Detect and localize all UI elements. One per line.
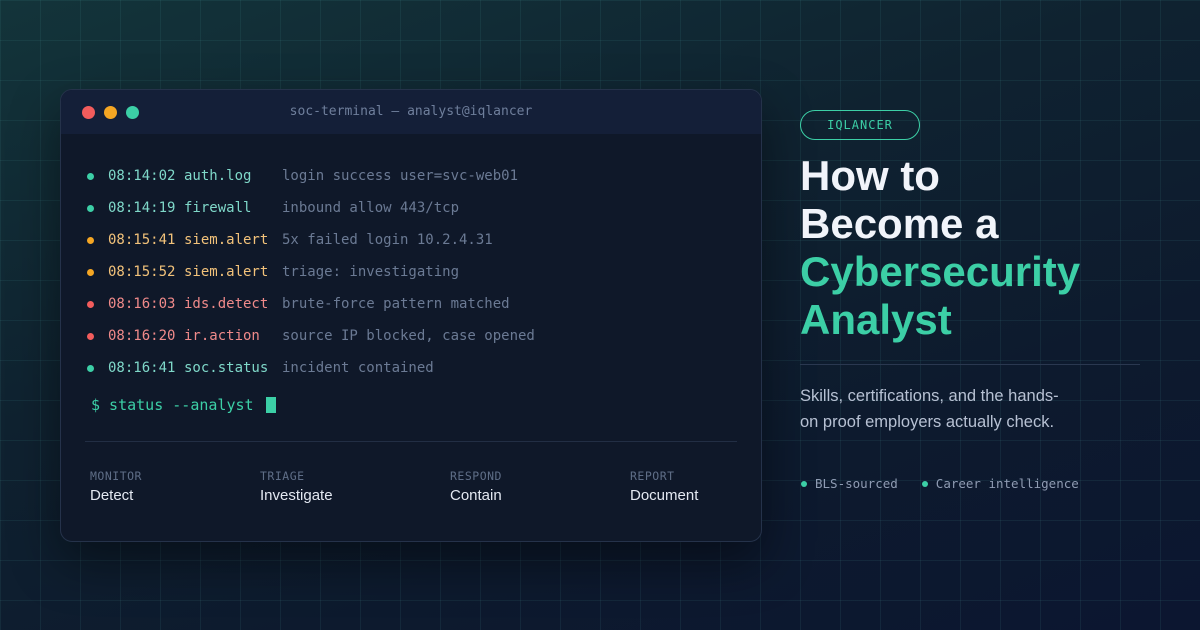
stage-value: Contain [450, 487, 502, 504]
title-divider [800, 364, 1140, 365]
terminal-title: soc-terminal — analyst@iqlancer [289, 104, 533, 119]
log-message: 5x failed login 10.2.4.31 [282, 232, 493, 248]
terminal-window: soc-terminal — analyst@iqlancer 08:14:02… [60, 89, 762, 542]
log-source: auth.log [184, 168, 252, 184]
log-source: ir.action [184, 328, 260, 344]
log-time: 08:15:41 [108, 232, 176, 248]
stage-report: REPORT Document [630, 469, 698, 504]
prompt-text: $ status --analyst [91, 396, 254, 414]
status-dot-icon [87, 204, 94, 212]
title-line: Become a [800, 200, 999, 247]
tag-item: BLS-sourced [801, 476, 898, 491]
log-time: 08:15:52 [108, 264, 176, 280]
log-source: firewall [184, 200, 252, 216]
status-dot-icon [87, 364, 94, 372]
tag-label: Career intelligence [935, 476, 1079, 491]
status-dot-icon [87, 172, 94, 180]
log-time: 08:14:19 [108, 200, 176, 216]
tag-item: Career intelligence [921, 476, 1079, 491]
title-line: How to [800, 152, 940, 199]
log-source: soc.status [184, 360, 269, 376]
log-source: siem.alert [184, 264, 269, 280]
log-source: siem.alert [184, 232, 269, 248]
bullet-dot-icon [921, 480, 928, 487]
log-time: 08:14:02 [108, 168, 176, 184]
log-time: 08:16:20 [108, 328, 176, 344]
stage-triage: TRIAGE Investigate [260, 469, 333, 504]
tag-label: BLS-sourced [815, 476, 898, 491]
log-row: 08:16:03 ids.detect brute-force pattern … [85, 288, 535, 320]
log-message: incident contained [282, 360, 434, 376]
log-message: brute-force pattern matched [282, 296, 510, 312]
brand-badge: IQLANCER [800, 110, 920, 140]
status-dot-icon [87, 300, 94, 308]
stage-label: REPORT [630, 469, 675, 483]
terminal-divider [85, 441, 737, 442]
log-list: 08:14:02 auth.log login success user=svc… [85, 160, 535, 384]
log-source: ids.detect [184, 296, 269, 312]
log-row: 08:14:02 auth.log login success user=svc… [85, 160, 535, 192]
tag-list: BLS-sourced Career intelligence [801, 476, 1079, 491]
log-time: 08:16:03 [108, 296, 176, 312]
log-row: 08:15:52 siem.alert triage: investigatin… [85, 256, 535, 288]
log-time: 08:16:41 [108, 360, 176, 376]
title-accent-line: Analyst [800, 296, 952, 343]
log-message: source IP blocked, case opened [282, 328, 535, 344]
log-row: 08:16:20 ir.action source IP blocked, ca… [85, 320, 535, 352]
page-title: How to Become a Cybersecurity Analyst [800, 152, 1180, 344]
log-message: triage: investigating [282, 264, 460, 280]
stage-monitor: MONITOR Detect [90, 469, 142, 504]
stage-label: RESPOND [450, 469, 502, 483]
bullet-dot-icon [801, 480, 807, 487]
log-row: 08:16:41 soc.status incident contained [85, 352, 535, 384]
command-prompt[interactable]: $ status --analyst [91, 396, 276, 414]
stage-value: Investigate [260, 487, 333, 504]
terminal-titlebar: soc-terminal — analyst@iqlancer [61, 90, 761, 134]
block-cursor-icon [265, 397, 276, 413]
stage-value: Document [630, 487, 699, 504]
stage-respond: RESPOND Contain [450, 469, 502, 504]
stage-label: MONITOR [90, 469, 142, 483]
log-row: 08:15:41 siem.alert 5x failed login 10.2… [85, 224, 535, 256]
status-dot-icon [87, 268, 94, 276]
log-message: login success user=svc-web01 [282, 168, 519, 184]
log-row: 08:14:19 firewall inbound allow 443/tcp [85, 192, 535, 224]
stage-label: TRIAGE [260, 469, 305, 483]
title-accent-line: Cybersecurity [800, 248, 1081, 295]
log-message: inbound allow 443/tcp [282, 200, 460, 216]
status-dot-icon [87, 236, 94, 244]
stage-value: Detect [90, 487, 134, 504]
subtitle: Skills, certifications, and the hands-on… [800, 387, 1059, 431]
status-dot-icon [87, 332, 94, 340]
